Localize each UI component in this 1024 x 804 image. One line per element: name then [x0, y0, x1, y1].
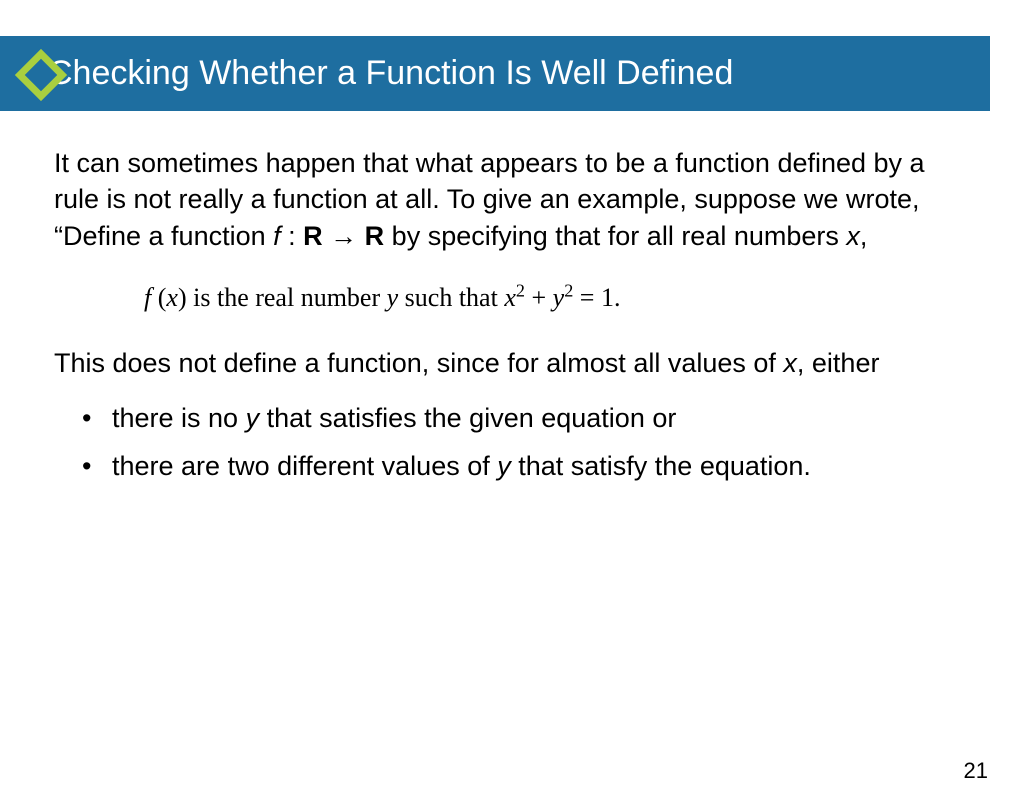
- text: by specifying that for all real numbers: [384, 221, 846, 251]
- paragraph-2: This does not define a function, since f…: [54, 345, 970, 381]
- plus: +: [525, 283, 553, 312]
- set-R: R: [365, 221, 385, 251]
- variable-y: y: [246, 403, 260, 433]
- variable-f: f: [273, 221, 281, 251]
- text: , either: [797, 348, 880, 378]
- set-R: R: [303, 221, 323, 251]
- paragraph-1: It can sometimes happen that what appear…: [54, 145, 970, 254]
- text: that satisfies the given equation or: [259, 403, 676, 433]
- variable-y: y: [387, 283, 399, 312]
- function-f: f: [144, 283, 158, 312]
- text: there is no: [112, 403, 246, 433]
- exponent: 2: [564, 281, 573, 301]
- text: there are two different values of: [112, 451, 497, 481]
- bullet-list: there is no y that satisfies the given e…: [54, 400, 970, 485]
- variable-y: y: [553, 283, 565, 312]
- text: This does not define a function, since f…: [54, 348, 783, 378]
- slide-title-bar: Checking Whether a Function Is Well Defi…: [0, 36, 990, 111]
- bullet-item-2: there are two different values of y that…: [82, 448, 970, 484]
- text: :: [281, 221, 304, 251]
- text: ,: [860, 221, 868, 251]
- diamond-icon: [12, 46, 70, 104]
- text: such that: [398, 283, 504, 312]
- exponent: 2: [516, 281, 525, 301]
- variable-y: y: [497, 451, 511, 481]
- arrow: →: [323, 221, 365, 251]
- variable-x: x: [504, 283, 516, 312]
- equals-one: = 1.: [573, 283, 620, 312]
- paren: ): [178, 283, 187, 312]
- equation: f (x) is the real number y such that x2 …: [54, 280, 970, 315]
- variable-x: x: [166, 283, 178, 312]
- text: is the real number: [187, 283, 387, 312]
- slide-content: It can sometimes happen that what appear…: [0, 111, 1024, 485]
- slide-title: Checking Whether a Function Is Well Defi…: [48, 54, 733, 92]
- variable-x: x: [783, 348, 797, 378]
- page-number: 21: [964, 758, 988, 784]
- variable-x: x: [846, 221, 860, 251]
- text: that satisfy the equation.: [511, 451, 811, 481]
- bullet-item-1: there is no y that satisfies the given e…: [82, 400, 970, 436]
